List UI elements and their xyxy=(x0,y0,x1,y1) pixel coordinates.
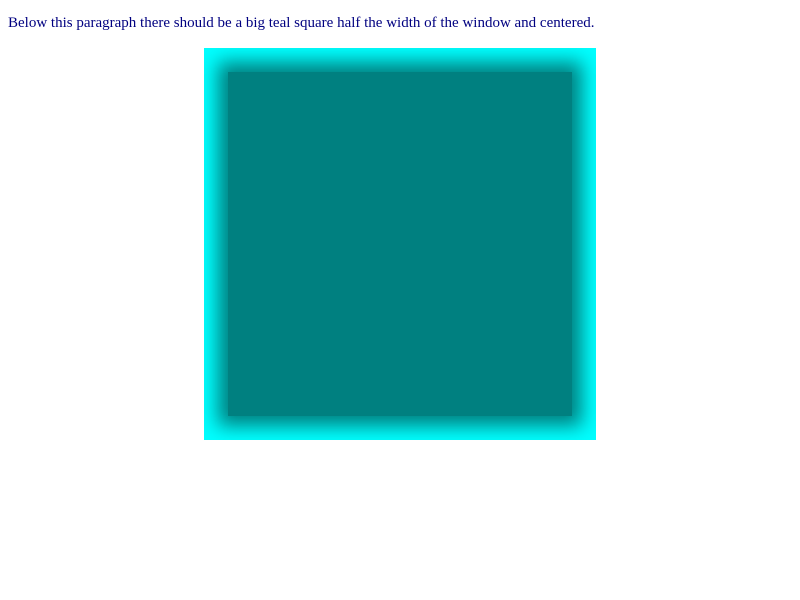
teal-square xyxy=(204,48,596,440)
teal-square-fill xyxy=(228,72,572,416)
instruction-paragraph: Below this paragraph there should be a b… xyxy=(8,15,595,31)
